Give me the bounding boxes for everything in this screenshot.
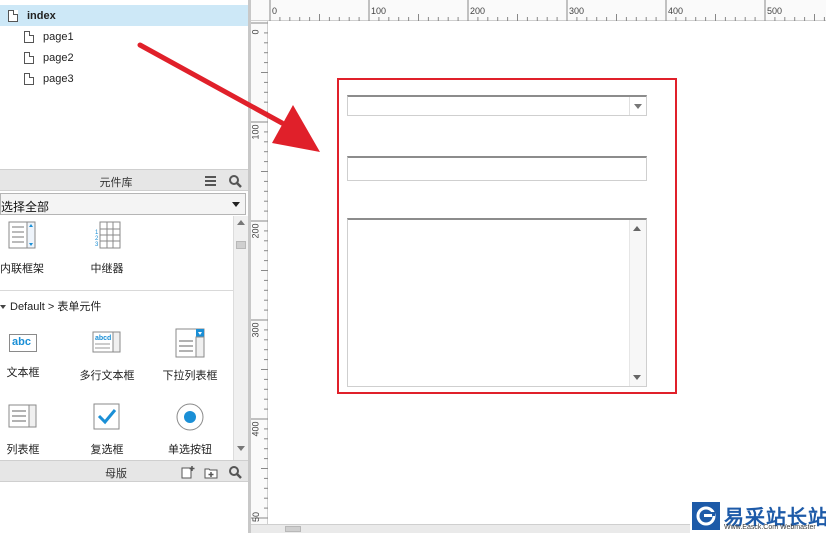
page-label: index [27,9,56,22]
text-area-widget[interactable] [347,218,647,387]
ruler-label: 300 [250,322,261,338]
widget-label: 单选按钮 [168,444,212,456]
widget-label: 多行文本框 [79,370,135,382]
add-folder-icon[interactable] [204,465,218,479]
horizontal-ruler: 0 100 200 300 400 500 [251,0,826,21]
ruler-label: 400 [668,6,684,16]
widget-text-field[interactable]: abc 文本框 [0,328,58,380]
svg-text:3: 3 [95,242,99,248]
section-title[interactable]: Default > 表单元件 [0,298,101,314]
ruler-label: 500 [767,6,783,16]
library-select[interactable]: 选择全部 [0,193,246,215]
list-box-icon [8,404,37,428]
widget-text-area[interactable]: abcd 多行文本框 [72,328,142,383]
page-label: page2 [43,51,74,64]
ruler-label: 100 [250,124,261,140]
left-panel: index page1 page2 page3 元件库 选择全部 内联框架 1 … [0,0,250,533]
repeater-icon: 123 [95,221,121,249]
page-label: page1 [43,30,74,43]
ruler-label: 200 [250,223,261,239]
watermark: 易采站长站 Www.Easck.Com Webmaster [690,500,826,533]
widget-label: 文本框 [6,367,40,379]
droplist-widget[interactable] [347,95,647,116]
widget-inline-frame[interactable]: 内联框架 [0,221,57,276]
widget-label: 列表框 [6,444,40,456]
widget-repeater[interactable]: 123 中继器 [72,221,142,276]
menu-icon[interactable] [204,174,218,188]
search-icon[interactable] [228,465,242,479]
page-icon [8,9,18,22]
checkbox-icon [93,403,120,430]
text-area-icon: abcd [92,331,121,353]
collapse-icon [0,305,6,310]
ruler-label: 200 [470,6,486,16]
radio-button-icon [176,403,204,431]
ruler-label: 300 [569,6,585,16]
site-logo-icon [692,502,720,530]
ruler-label: 0 [250,29,261,35]
ruler-ticks [251,22,268,519]
ruler-label: 400 [250,421,261,437]
ruler-label: 50 [251,511,262,523]
scroll-up-icon[interactable] [633,226,641,231]
ruler-ticks [269,0,825,21]
library-title: 元件库 [99,177,133,189]
page-item-index[interactable]: index [0,5,248,26]
droplist-icon [175,328,205,358]
library-header: 元件库 [0,169,248,191]
masters-header: 母版 [0,460,248,482]
page-item-page3[interactable]: page3 [0,68,248,89]
widget-label: 复选框 [90,444,124,456]
chevron-down-icon [634,104,642,109]
page-icon [24,30,34,43]
text-field-icon: abc [9,334,37,352]
search-icon[interactable] [228,174,242,188]
inline-frame-icon [8,221,36,249]
widget-label: 下拉列表框 [162,370,218,382]
widget-label: 内联框架 [0,263,44,275]
watermark-subtitle: Www.Easck.Com Webmaster [724,524,816,531]
scroll-down-icon[interactable] [237,446,245,451]
scroll-up-icon[interactable] [237,220,245,225]
scroll-thumb[interactable] [236,241,246,249]
widget-library: 内联框架 123 中继器 abc 文本框 abcd 多行文本框 下拉列表框 列表… [0,216,233,460]
widget-list-box[interactable]: 列表框 [0,402,58,457]
page-item-page2[interactable]: page2 [0,47,248,68]
icon-text: abc [12,336,31,348]
text-field-widget[interactable] [347,156,647,181]
widget-droplist[interactable]: 下拉列表框 [155,328,225,383]
widget-label: 中继器 [90,263,124,275]
section-title-text: Default > 表单元件 [10,301,102,313]
add-master-icon[interactable] [181,465,195,479]
text-area-scrollbar[interactable] [629,220,646,386]
widget-checkbox[interactable]: 复选框 [72,402,142,457]
page-label: page3 [43,72,74,85]
widget-radio-button[interactable]: 单选按钮 [155,402,225,457]
scroll-thumb[interactable] [285,526,301,532]
page-icon [24,72,34,85]
ruler-label: 0 [272,6,278,16]
dropdown-button[interactable] [629,97,646,115]
page-item-page1[interactable]: page1 [0,26,248,47]
page-icon [24,51,34,64]
section-divider [0,290,233,291]
vertical-ruler: 0 100 200 300 400 50 [251,21,268,524]
chevron-down-icon [232,202,240,207]
icon-text: abcd [95,335,111,342]
library-scrollbar[interactable] [233,216,248,460]
scroll-down-icon[interactable] [633,375,641,380]
library-select-value: 选择全部 [1,200,50,214]
masters-title: 母版 [105,468,127,480]
ruler-label: 100 [371,6,387,16]
